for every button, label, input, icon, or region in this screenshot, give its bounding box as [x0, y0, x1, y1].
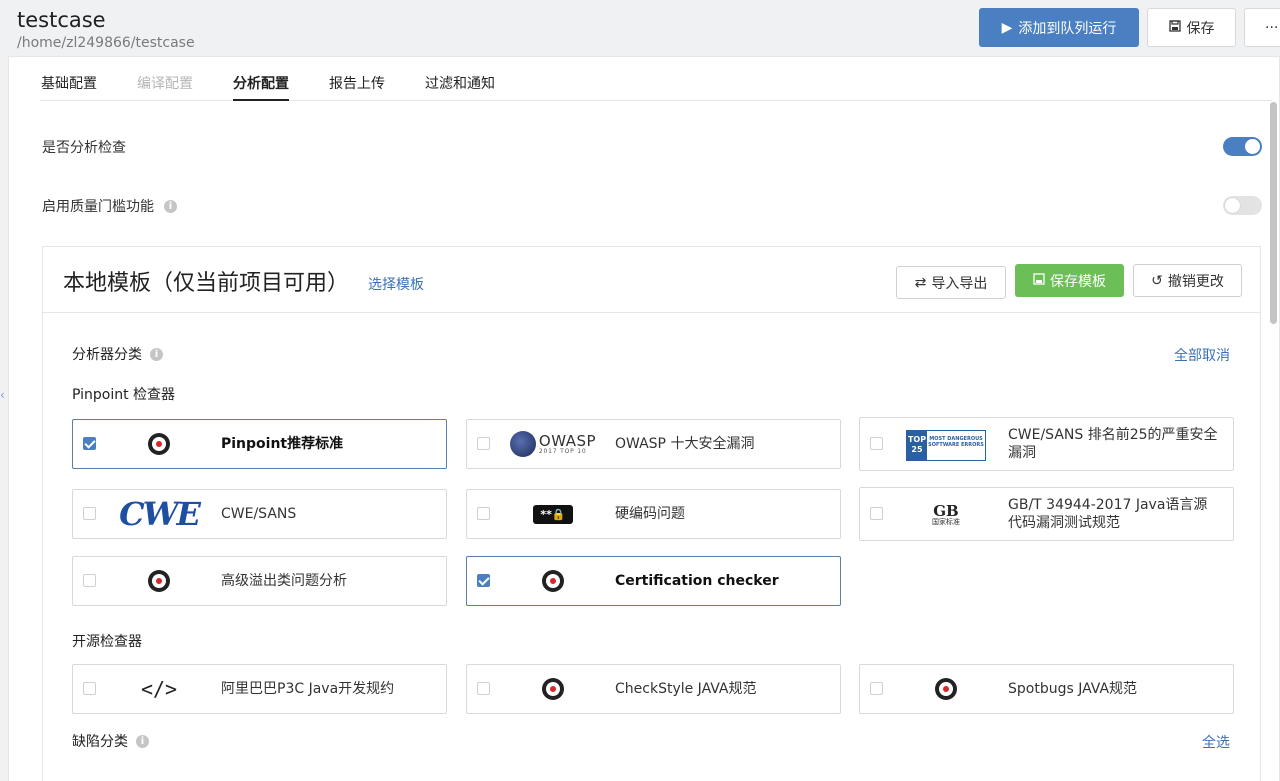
checker-advanced-overflow[interactable]: 高级溢出类问题分析 [72, 556, 447, 606]
pinpoint-logo [900, 670, 992, 708]
checker-cwe-sans-top25[interactable]: TOP 25 MOST DANGEROUS SOFTWARE ERRORS CW… [859, 417, 1234, 471]
code-logo: </> [140, 677, 178, 701]
scrollbar[interactable] [1270, 102, 1277, 324]
checker-name: OWASP 十大安全漏洞 [615, 436, 755, 452]
checkbox[interactable] [83, 437, 96, 450]
more-button[interactable]: ··· [1244, 8, 1280, 47]
analysis-check-label: 是否分析检查 [42, 137, 126, 157]
run-in-queue-label: 添加到队列运行 [1018, 20, 1117, 37]
swap-icon: ⇄ [914, 274, 927, 291]
checker-name: GB/T 34944-2017 Java语言源代码漏洞测试规范 [1008, 497, 1208, 531]
config-panel: 基础配置 编译配置 分析配置 报告上传 过滤和通知 是否分析检查 启用质量门槛功… [8, 56, 1280, 781]
quality-gate-text: 启用质量门槛功能 [42, 199, 154, 215]
checkbox[interactable] [477, 437, 490, 450]
checker-checkstyle[interactable]: CheckStyle JAVA规范 [466, 664, 841, 714]
save-icon [1168, 19, 1181, 36]
checker-name: Spotbugs JAVA规范 [1008, 681, 1138, 697]
top25-logo: TOP 25 MOST DANGEROUS SOFTWARE ERRORS [900, 426, 992, 464]
checker-gbt-34944[interactable]: GB 国家标准 GB/T 34944-2017 Java语言源代码漏洞测试规范 [859, 487, 1234, 541]
checkbox[interactable] [870, 507, 883, 520]
tab-filter-notify[interactable]: 过滤和通知 [425, 73, 495, 93]
defect-category-text: 缺陷分类 [72, 734, 128, 750]
template-card: 本地模板（仅当前项目可用） 选择模板 ⇄ 导入导出 保存模板 ↺ 撤销更改 分析… [42, 246, 1261, 781]
config-tabs: 基础配置 编译配置 分析配置 报告上传 过滤和通知 [40, 57, 1272, 101]
checker-name: 阿里巴巴P3C Java开发规约 [221, 681, 395, 697]
checker-name: CWE/SANS [221, 506, 297, 522]
save-label: 保存 [1186, 20, 1215, 37]
checker-alibaba-p3c[interactable]: </> 阿里巴巴P3C Java开发规约 [72, 664, 447, 714]
checker-name: 高级溢出类问题分析 [221, 573, 347, 589]
defect-category-title: 缺陷分类 i [72, 731, 149, 751]
checkbox[interactable] [477, 574, 490, 587]
analysis-check-toggle[interactable] [1223, 137, 1262, 156]
checkbox[interactable] [83, 682, 96, 695]
checkbox[interactable] [477, 507, 490, 520]
template-title: 本地模板（仅当前项目可用） [63, 271, 350, 296]
info-icon: i [164, 199, 177, 213]
project-title: testcase [17, 8, 106, 32]
checkbox[interactable] [870, 437, 883, 450]
tab-build-config[interactable]: 编译配置 [137, 73, 193, 93]
cwe-logo: CWE [119, 495, 201, 533]
play-icon: ▶ [1001, 19, 1013, 36]
checker-name: Pinpoint推荐标准 [221, 436, 344, 452]
quality-gate-label: 启用质量门槛功能 i [42, 196, 177, 216]
tab-basic-config[interactable]: 基础配置 [41, 73, 97, 93]
checker-cwe-sans[interactable]: CWE CWE/SANS [72, 489, 447, 539]
checker-pinpoint-recommended[interactable]: Pinpoint推荐标准 [72, 419, 447, 469]
pinpoint-logo [113, 425, 205, 463]
checker-spotbugs[interactable]: Spotbugs JAVA规范 [859, 664, 1234, 714]
revert-changes-button[interactable]: ↺ 撤销更改 [1133, 264, 1242, 297]
info-icon: i [150, 347, 163, 361]
project-header: testcase /home/zl249866/testcase ▶ 添加到队列… [0, 0, 1280, 56]
checker-name: Certification checker [615, 573, 779, 589]
save-icon [1033, 272, 1045, 289]
select-all-link[interactable]: 全选 [1202, 732, 1230, 752]
checker-name: 硬编码问题 [615, 506, 685, 522]
import-export-button[interactable]: ⇄ 导入导出 [896, 266, 1006, 299]
opensource-checker-title: 开源检查器 [72, 634, 142, 650]
save-template-label: 保存模板 [1050, 273, 1106, 290]
checker-owasp[interactable]: OWASP 2017 TOP 10 OWASP 十大安全漏洞 [466, 419, 841, 469]
more-icon: ··· [1265, 19, 1279, 36]
checker-hardcoded[interactable]: **🔒 硬编码问题 [466, 489, 841, 539]
undo-icon: ↺ [1151, 272, 1163, 289]
chevron-left-icon[interactable]: ‹ [0, 388, 5, 402]
select-template-link[interactable]: 选择模板 [368, 274, 424, 294]
gb-logo: GB 国家标准 [932, 502, 960, 526]
template-card-header: 本地模板（仅当前项目可用） 选择模板 ⇄ 导入导出 保存模板 ↺ 撤销更改 [43, 247, 1260, 313]
checkbox[interactable] [83, 574, 96, 587]
pinpoint-logo [507, 562, 599, 600]
pinpoint-checker-title: Pinpoint 检查器 [72, 387, 176, 403]
checker-name: CheckStyle JAVA规范 [615, 681, 757, 697]
tab-analysis-config[interactable]: 分析配置 [233, 73, 289, 101]
save-button[interactable]: 保存 [1147, 8, 1236, 47]
revert-label: 撤销更改 [1167, 273, 1224, 290]
checker-name: CWE/SANS 排名前25的严重安全漏洞 [1008, 427, 1218, 461]
info-icon: i [136, 734, 149, 748]
pinpoint-logo [113, 562, 205, 600]
checkbox[interactable] [477, 682, 490, 695]
save-template-button[interactable]: 保存模板 [1015, 264, 1124, 297]
tab-report-upload[interactable]: 报告上传 [329, 73, 385, 93]
password-logo: **🔒 [507, 495, 599, 533]
run-in-queue-button[interactable]: ▶ 添加到队列运行 [979, 8, 1139, 47]
deselect-all-link[interactable]: 全部取消 [1174, 345, 1230, 365]
import-export-label: 导入导出 [931, 275, 988, 292]
analyzer-category-text: 分析器分类 [72, 347, 142, 363]
pinpoint-logo [507, 670, 599, 708]
checkbox[interactable] [870, 682, 883, 695]
owasp-logo: OWASP 2017 TOP 10 [507, 425, 599, 463]
quality-gate-toggle[interactable] [1223, 196, 1262, 215]
analysis-check-text: 是否分析检查 [42, 140, 126, 156]
checker-certification[interactable]: Certification checker [466, 556, 841, 606]
project-path: /home/zl249866/testcase [17, 35, 195, 51]
analyzer-category-title: 分析器分类 i [72, 344, 163, 364]
checkbox[interactable] [83, 507, 96, 520]
